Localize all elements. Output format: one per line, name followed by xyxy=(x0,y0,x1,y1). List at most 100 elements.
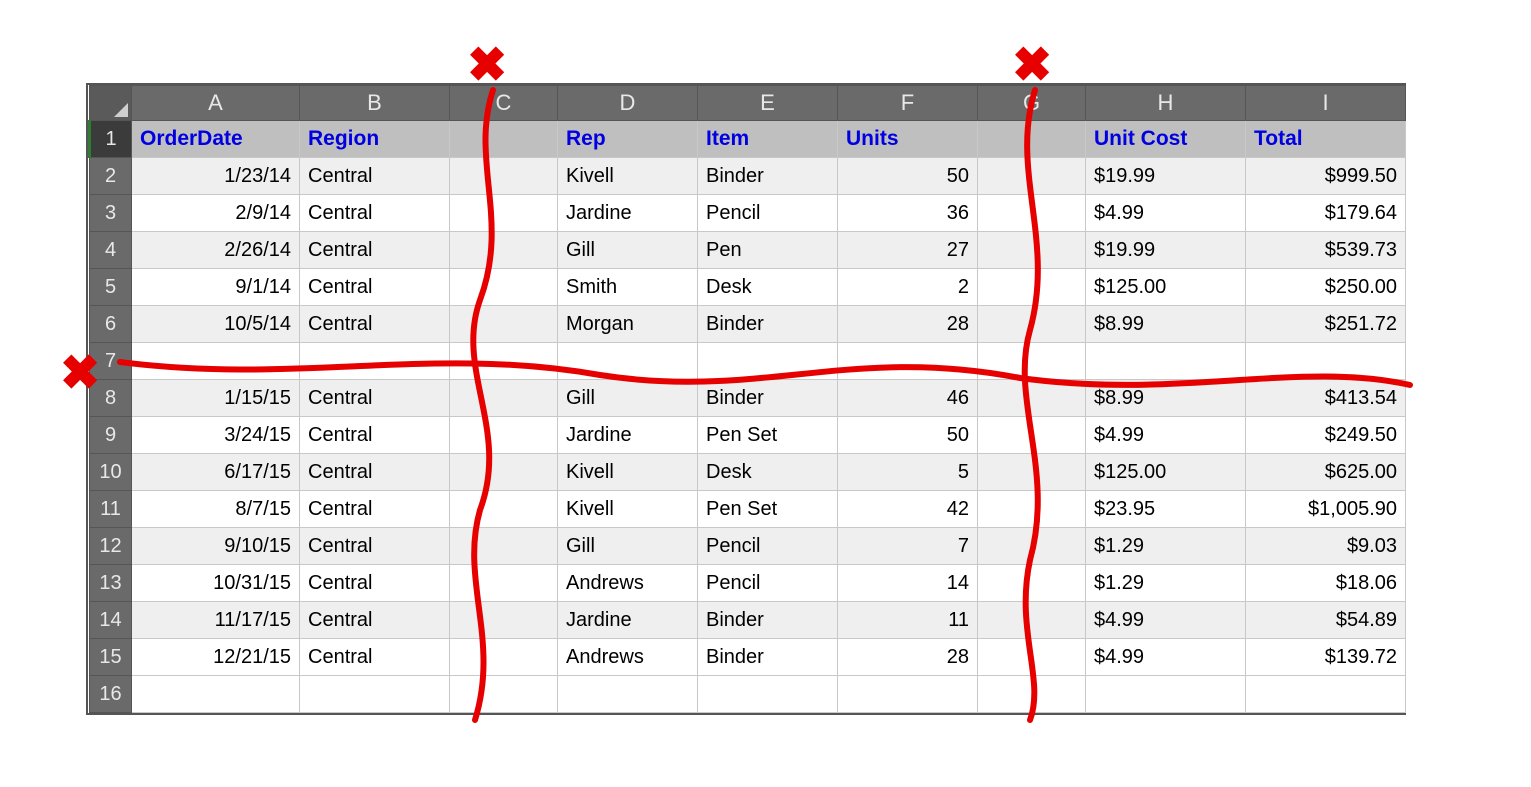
cell[interactable] xyxy=(978,602,1086,639)
cell[interactable] xyxy=(132,676,300,713)
cell[interactable]: Gill xyxy=(558,528,698,565)
cell[interactable]: Jardine xyxy=(558,195,698,232)
cell[interactable]: $4.99 xyxy=(1086,602,1246,639)
cell[interactable]: Binder xyxy=(698,306,838,343)
hdr-unitcost[interactable]: Unit Cost xyxy=(1086,121,1246,158)
grid[interactable]: A B C D E F G H I 1 OrderDate Region Rep… xyxy=(88,85,1406,713)
cell[interactable] xyxy=(978,528,1086,565)
cell[interactable]: 42 xyxy=(838,491,978,528)
cell[interactable] xyxy=(978,676,1086,713)
table-row[interactable]: 3 2/9/14 Central Jardine Pencil 36 $4.99… xyxy=(90,195,1406,232)
cell[interactable]: $251.72 xyxy=(1246,306,1406,343)
cell[interactable]: Jardine xyxy=(558,602,698,639)
cell[interactable]: Central xyxy=(300,639,450,676)
cell[interactable] xyxy=(978,565,1086,602)
hdr-rep[interactable]: Rep xyxy=(558,121,698,158)
cell[interactable] xyxy=(838,676,978,713)
cell[interactable] xyxy=(1246,676,1406,713)
cell[interactable]: 2/9/14 xyxy=(132,195,300,232)
cell[interactable]: $125.00 xyxy=(1086,269,1246,306)
cell[interactable]: 9/1/14 xyxy=(132,269,300,306)
cell[interactable]: $4.99 xyxy=(1086,639,1246,676)
table-row[interactable]: 11 8/7/15 Central Kivell Pen Set 42 $23.… xyxy=(90,491,1406,528)
cell[interactable] xyxy=(450,454,558,491)
row-number[interactable]: 11 xyxy=(90,491,132,528)
cell[interactable] xyxy=(978,269,1086,306)
cell[interactable] xyxy=(450,380,558,417)
row-number[interactable]: 14 xyxy=(90,602,132,639)
cell[interactable]: Jardine xyxy=(558,417,698,454)
col-H[interactable]: H xyxy=(1086,86,1246,121)
cell[interactable] xyxy=(450,343,558,380)
select-all-corner[interactable] xyxy=(90,86,132,121)
hdr-item[interactable]: Item xyxy=(698,121,838,158)
cell[interactable]: Andrews xyxy=(558,639,698,676)
row-number[interactable]: 12 xyxy=(90,528,132,565)
cell[interactable]: Central xyxy=(300,195,450,232)
cell[interactable]: $1.29 xyxy=(1086,528,1246,565)
cell[interactable] xyxy=(558,676,698,713)
cell[interactable]: Kivell xyxy=(558,158,698,195)
cell[interactable]: Central xyxy=(300,417,450,454)
hdr-total[interactable]: Total xyxy=(1246,121,1406,158)
cell[interactable]: Desk xyxy=(698,454,838,491)
cell[interactable]: Central xyxy=(300,454,450,491)
cell[interactable]: Pencil xyxy=(698,195,838,232)
cell[interactable]: Desk xyxy=(698,269,838,306)
cell[interactable]: Kivell xyxy=(558,454,698,491)
cell[interactable]: $8.99 xyxy=(1086,380,1246,417)
cell[interactable] xyxy=(300,676,450,713)
cell[interactable]: 7 xyxy=(838,528,978,565)
cell[interactable]: $4.99 xyxy=(1086,195,1246,232)
cell[interactable]: $139.72 xyxy=(1246,639,1406,676)
cell[interactable] xyxy=(450,528,558,565)
cell[interactable]: $999.50 xyxy=(1246,158,1406,195)
cell[interactable]: Central xyxy=(300,232,450,269)
col-D[interactable]: D xyxy=(558,86,698,121)
cell[interactable]: Pen Set xyxy=(698,491,838,528)
cell[interactable] xyxy=(450,269,558,306)
cell[interactable]: Central xyxy=(300,602,450,639)
hdr-orderdate[interactable]: OrderDate xyxy=(132,121,300,158)
cell[interactable]: $249.50 xyxy=(1246,417,1406,454)
cell[interactable] xyxy=(978,158,1086,195)
cell[interactable] xyxy=(1086,676,1246,713)
cell[interactable] xyxy=(450,602,558,639)
cell[interactable]: Binder xyxy=(698,380,838,417)
cell[interactable] xyxy=(450,195,558,232)
cell[interactable] xyxy=(978,454,1086,491)
cell[interactable]: 11 xyxy=(838,602,978,639)
cell[interactable] xyxy=(450,232,558,269)
cell[interactable] xyxy=(978,417,1086,454)
cell[interactable] xyxy=(698,343,838,380)
hdr-blank-C[interactable] xyxy=(450,121,558,158)
cell[interactable]: Pen xyxy=(698,232,838,269)
row-number[interactable]: 5 xyxy=(90,269,132,306)
table-row[interactable]: 4 2/26/14 Central Gill Pen 27 $19.99 $53… xyxy=(90,232,1406,269)
row-number[interactable]: 13 xyxy=(90,565,132,602)
table-row-blank[interactable]: 7 xyxy=(90,343,1406,380)
cell[interactable]: Central xyxy=(300,528,450,565)
cell[interactable]: $1.29 xyxy=(1086,565,1246,602)
cell[interactable]: 6/17/15 xyxy=(132,454,300,491)
hdr-region[interactable]: Region xyxy=(300,121,450,158)
cell[interactable]: Kivell xyxy=(558,491,698,528)
cell[interactable]: Central xyxy=(300,158,450,195)
cell[interactable] xyxy=(698,676,838,713)
hdr-units[interactable]: Units xyxy=(838,121,978,158)
cell[interactable]: Pencil xyxy=(698,528,838,565)
table-row[interactable]: 2 1/23/14 Central Kivell Binder 50 $19.9… xyxy=(90,158,1406,195)
cell[interactable]: 27 xyxy=(838,232,978,269)
table-row-blank[interactable]: 16 xyxy=(90,676,1406,713)
hdr-blank-G[interactable] xyxy=(978,121,1086,158)
cell[interactable] xyxy=(978,343,1086,380)
cell[interactable]: 12/21/15 xyxy=(132,639,300,676)
cell[interactable] xyxy=(450,158,558,195)
row-number[interactable]: 6 xyxy=(90,306,132,343)
col-F[interactable]: F xyxy=(838,86,978,121)
row-number[interactable]: 1 xyxy=(90,121,132,158)
cell[interactable]: Central xyxy=(300,269,450,306)
cell[interactable] xyxy=(450,417,558,454)
cell[interactable]: 11/17/15 xyxy=(132,602,300,639)
cell[interactable]: 10/31/15 xyxy=(132,565,300,602)
